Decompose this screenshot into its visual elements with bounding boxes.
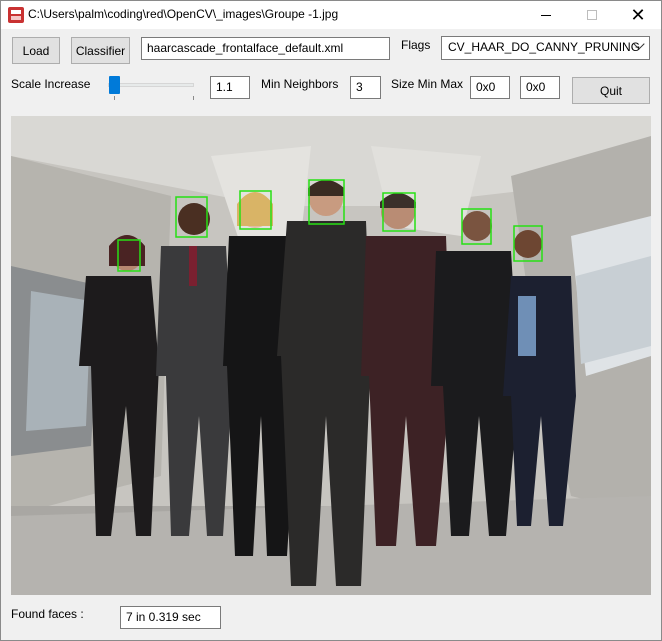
load-button[interactable]: Load bbox=[12, 37, 60, 64]
image-display bbox=[11, 116, 651, 595]
scale-increase-label: Scale Increase bbox=[11, 77, 91, 91]
size-min-max-label: Size Min Max bbox=[391, 77, 464, 91]
close-button[interactable]: ✕ bbox=[615, 1, 661, 29]
found-faces-result: 7 in 0.319 sec bbox=[120, 606, 221, 629]
window-title: C:\Users\palm\coding\red\OpenCV\_images\… bbox=[28, 7, 339, 21]
slider-tick bbox=[114, 96, 115, 100]
classifier-button[interactable]: Classifier bbox=[71, 37, 130, 64]
classifier-file-field[interactable]: haarcascade_frontalface_default.xml bbox=[141, 37, 390, 60]
minimize-icon bbox=[541, 14, 551, 16]
scale-slider-thumb[interactable] bbox=[109, 76, 120, 94]
min-neighbors-field[interactable]: 3 bbox=[350, 76, 381, 99]
maximize-icon bbox=[587, 10, 597, 20]
min-neighbors-label: Min Neighbors bbox=[261, 77, 339, 91]
minimize-button[interactable] bbox=[523, 1, 569, 29]
quit-button[interactable]: Quit bbox=[572, 77, 650, 104]
group-photo bbox=[11, 116, 651, 595]
flags-label: Flags bbox=[401, 38, 431, 52]
app-icon bbox=[8, 7, 24, 23]
size-min-field[interactable]: 0x0 bbox=[470, 76, 510, 99]
flags-select-value: CV_HAAR_DO_CANNY_PRUNING bbox=[448, 40, 641, 54]
flags-select[interactable]: CV_HAAR_DO_CANNY_PRUNING bbox=[441, 36, 650, 60]
title-bar[interactable]: C:\Users\palm\coding\red\OpenCV\_images\… bbox=[1, 1, 661, 29]
found-faces-label: Found faces : bbox=[11, 607, 84, 621]
size-max-field[interactable]: 0x0 bbox=[520, 76, 560, 99]
scale-value-field[interactable]: 1.1 bbox=[210, 76, 250, 99]
scale-slider-track[interactable] bbox=[108, 83, 194, 87]
close-icon: ✕ bbox=[630, 4, 646, 25]
slider-tick bbox=[193, 96, 194, 100]
maximize-button bbox=[569, 1, 615, 29]
